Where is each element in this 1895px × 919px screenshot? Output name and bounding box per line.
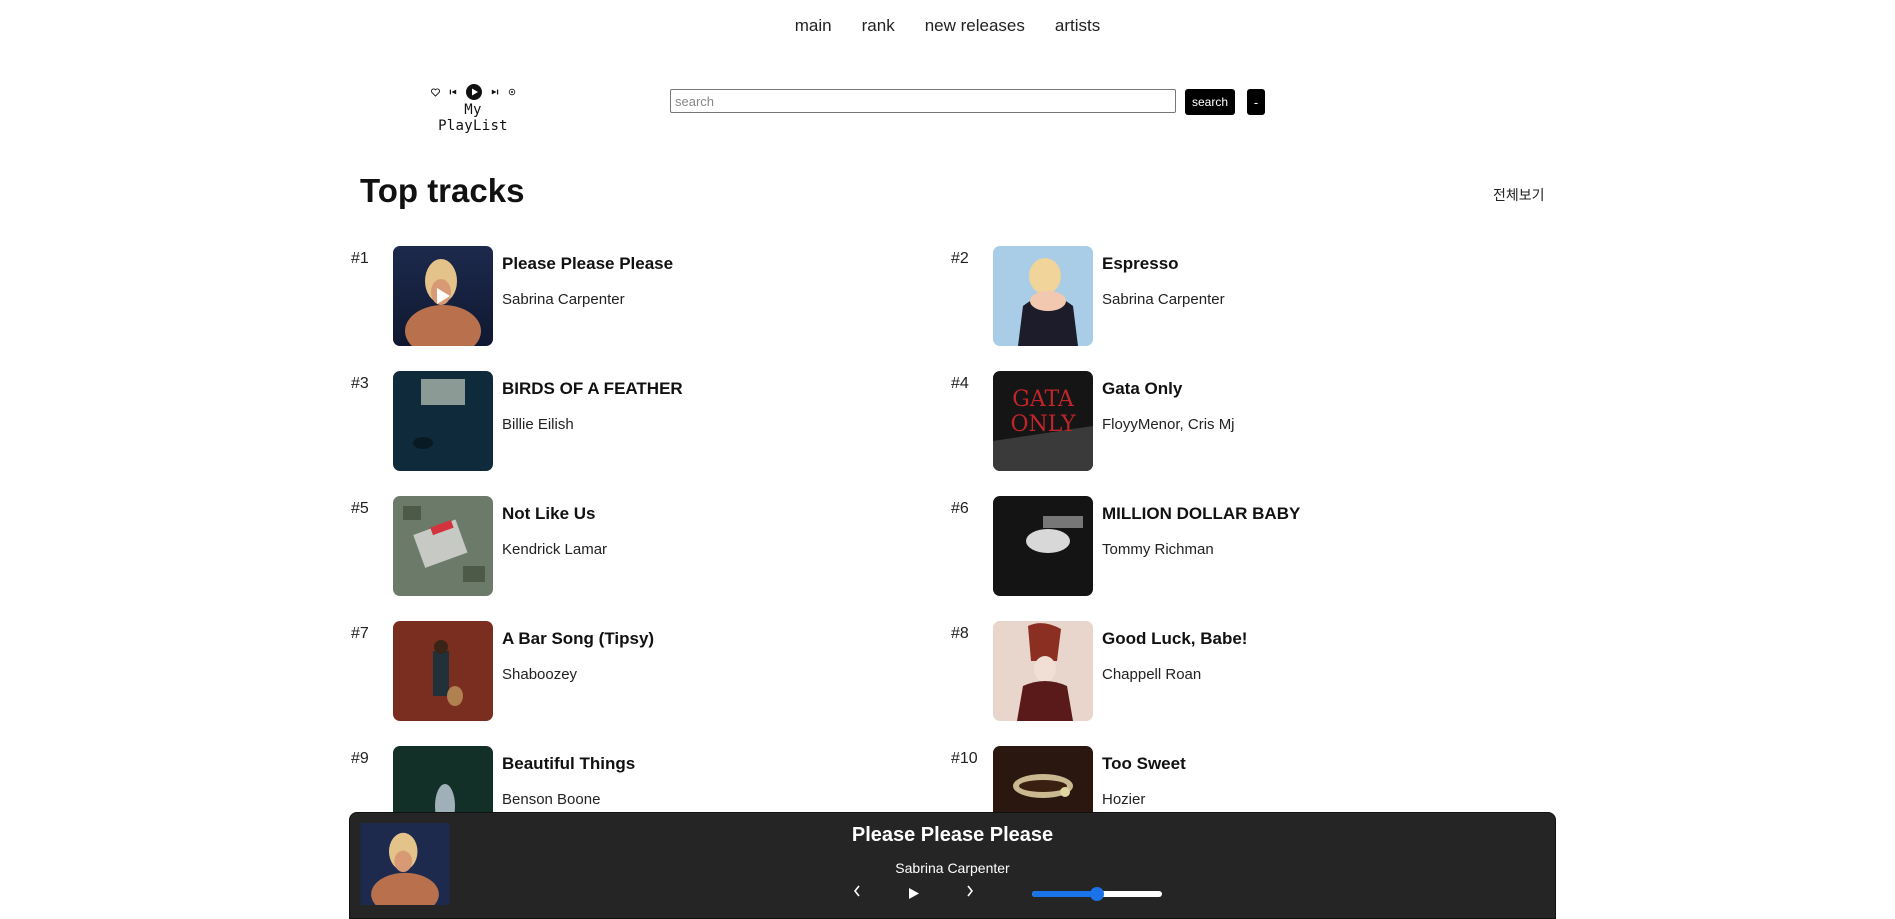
nav-new-releases[interactable]: new releases <box>925 16 1025 36</box>
track-artist: Sabrina Carpenter <box>1102 291 1225 308</box>
svg-text:ONLY: ONLY <box>1010 412 1075 437</box>
play-circle-icon <box>465 84 482 100</box>
track-title: Espresso <box>1102 254 1179 273</box>
track-rank: #5 <box>351 500 369 517</box>
view-all-link[interactable]: 전체보기 <box>1493 185 1545 205</box>
volume-fill <box>1032 891 1097 897</box>
search-input[interactable] <box>670 89 1176 113</box>
track-rank: #7 <box>351 625 369 642</box>
album-cover: GATA ONLY <box>993 371 1093 471</box>
player-track-artist: Sabrina Carpenter <box>895 860 1010 876</box>
minus-button[interactable]: - <box>1247 89 1265 115</box>
track-item[interactable]: #6 MILLION DOLLAR BABY Tommy Richman <box>951 496 1471 596</box>
track-artist: FloyyMenor, Cris Mj <box>1102 416 1235 433</box>
track-item[interactable]: #5 Not Like Us Kendrick Lamar <box>351 496 871 596</box>
track-title: Beautiful Things <box>502 754 636 773</box>
play-icon <box>437 288 450 304</box>
track-title: MILLION DOLLAR BABY <box>1102 504 1301 523</box>
play-overlay[interactable] <box>393 246 493 346</box>
track-title: Too Sweet <box>1102 754 1186 773</box>
track-artist: Kendrick Lamar <box>502 541 608 558</box>
track-artist: Tommy Richman <box>1102 541 1214 558</box>
track-title: BIRDS OF A FEATHER <box>502 379 683 398</box>
track-title: A Bar Song (Tipsy) <box>502 629 655 648</box>
track-rank: #8 <box>951 625 969 642</box>
track-artist: Chappell Roan <box>1102 666 1202 683</box>
track-title: Please Please Please <box>502 254 674 273</box>
settings-icon <box>508 88 515 96</box>
skip-back-icon <box>449 89 456 95</box>
logo-text: My PlayList <box>438 102 508 134</box>
track-rank: #2 <box>951 250 969 267</box>
nav-rank[interactable]: rank <box>862 16 895 36</box>
album-cover <box>993 496 1093 596</box>
chevron-left-icon <box>853 885 860 897</box>
track-rank: #4 <box>951 375 969 392</box>
svg-text:GATA: GATA <box>1012 387 1075 412</box>
next-button[interactable] <box>965 884 975 901</box>
track-item[interactable]: #2 Espresso Sabrina Carpenter <box>951 246 1471 346</box>
track-item[interactable]: #3 BIRDS OF A FEATHER Billie Eilish <box>351 371 871 471</box>
player-bar: Please Please Please Sabrina Carpenter <box>349 812 1556 919</box>
track-artist: Sabrina Carpenter <box>502 291 625 308</box>
track-artist: Billie Eilish <box>502 416 574 433</box>
album-cover <box>393 496 493 596</box>
logo[interactable]: My PlayList <box>428 83 518 134</box>
track-rank: #9 <box>351 750 369 767</box>
player-track-title: Please Please Please <box>851 824 1054 846</box>
track-rank: #3 <box>351 375 369 392</box>
track-title: Not Like Us <box>502 504 596 523</box>
volume-thumb[interactable] <box>1090 887 1104 901</box>
track-artist: Benson Boone <box>502 791 601 808</box>
play-icon <box>909 888 919 899</box>
track-item[interactable]: #1 Please Please Please Sabrina Carpente… <box>351 246 871 346</box>
nav-main[interactable]: main <box>795 16 832 36</box>
prev-button[interactable] <box>852 884 862 901</box>
top-nav: main rank new releases artists <box>0 16 1895 36</box>
track-artist: Shaboozey <box>502 666 578 683</box>
heart-icon <box>430 87 440 97</box>
track-rank: #10 <box>951 750 978 767</box>
track-rank: #1 <box>351 250 369 267</box>
chevron-right-icon <box>967 885 974 897</box>
track-rank: #6 <box>951 500 969 517</box>
album-cover <box>993 621 1093 721</box>
album-cover <box>393 621 493 721</box>
album-cover <box>393 371 493 471</box>
track-title: Gata Only <box>1102 379 1183 398</box>
album-cover <box>993 246 1093 346</box>
logo-controls <box>428 83 518 101</box>
section-title: Top tracks <box>360 172 525 209</box>
track-item[interactable]: #7 A Bar Song (Tipsy) Shaboozey <box>351 621 871 721</box>
track-title: Good Luck, Babe! <box>1102 629 1248 648</box>
track-item[interactable]: #4 GATA ONLY Gata Only FloyyMenor, Cris … <box>951 371 1471 471</box>
nav-artists[interactable]: artists <box>1055 16 1100 36</box>
search-button[interactable]: search <box>1185 89 1236 115</box>
track-artist: Hozier <box>1102 791 1146 808</box>
volume-slider[interactable] <box>1032 887 1162 901</box>
play-button[interactable] <box>908 887 920 903</box>
skip-forward-icon <box>491 89 498 95</box>
track-item[interactable]: #8 Good Luck, Babe! Chappell Roan <box>951 621 1471 721</box>
